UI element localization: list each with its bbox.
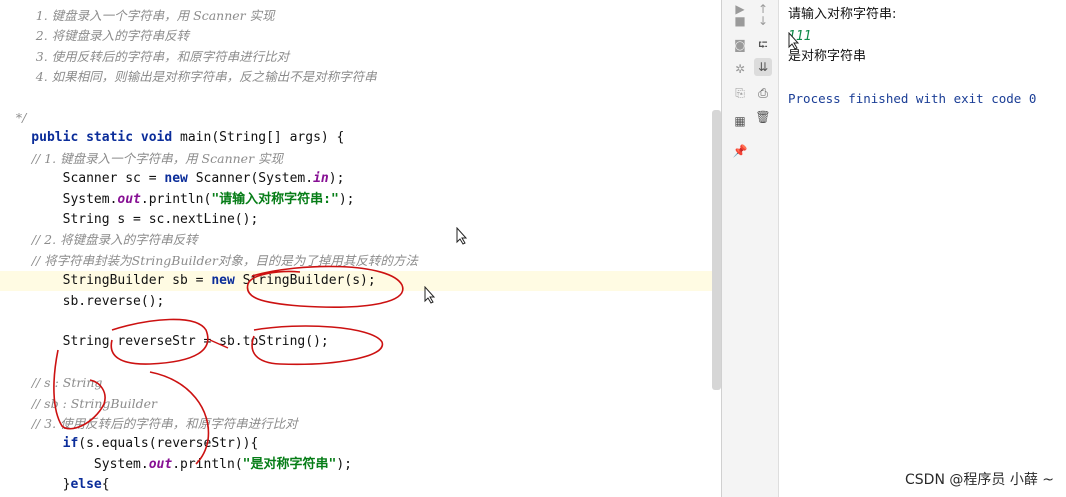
code-token: Scanner sc = bbox=[0, 171, 165, 187]
code-token: Scanner(System. bbox=[195, 171, 314, 187]
scroll-to-end-icon[interactable]: ⇊ bbox=[754, 58, 772, 76]
camera-icon[interactable]: ◙ bbox=[731, 36, 749, 54]
code-token: ); bbox=[328, 171, 345, 187]
layout-icon[interactable]: ▦ bbox=[731, 112, 749, 130]
code-token: new bbox=[211, 273, 243, 289]
mouse-cursor-icon bbox=[456, 227, 468, 245]
code-line[interactable] bbox=[0, 353, 714, 373]
trash-icon[interactable]: 🗑 bbox=[754, 108, 772, 126]
code-token: } bbox=[0, 477, 71, 493]
code-line[interactable]: String reverseStr = sb.toString(); bbox=[0, 332, 714, 352]
code-token: StringBuilder sb = bbox=[0, 273, 212, 289]
code-editor[interactable]: 1. 键盘录入一个字符串，用 Scanner 实现 2. 将键盘录入的字符串反转… bbox=[0, 0, 714, 497]
code-line[interactable]: // s : String bbox=[0, 373, 714, 393]
code-token: 4. 如果相同，则输出是对称字符串，反之输出不是对称字符串 bbox=[0, 69, 377, 85]
code-token: out bbox=[148, 456, 173, 472]
code-line[interactable]: public static void main(String[] args) { bbox=[0, 128, 714, 148]
code-line[interactable]: System.out.println("请输入对称字符串:"); bbox=[0, 190, 714, 210]
pin-icon[interactable]: 📌 bbox=[731, 142, 749, 160]
code-token: else bbox=[70, 477, 102, 493]
code-token: // 2. 将键盘录入的字符串反转 bbox=[0, 232, 198, 248]
mouse-cursor-icon bbox=[788, 32, 800, 50]
console-result: 是对称字符串 bbox=[788, 49, 867, 64]
arrow-down-icon[interactable]: ↓ bbox=[754, 12, 772, 30]
code-line[interactable] bbox=[0, 88, 714, 108]
code-line[interactable]: System.out.println("是对称字符串"); bbox=[0, 455, 714, 475]
code-token: 1. 键盘录入一个字符串，用 Scanner 实现 bbox=[0, 8, 275, 23]
code-token: System. bbox=[0, 456, 149, 472]
code-line[interactable]: 4. 如果相同，则输出是对称字符串，反之输出不是对称字符串 bbox=[0, 67, 714, 87]
code-token: System. bbox=[0, 191, 118, 207]
code-line[interactable]: if(s.equals(reverseStr)){ bbox=[0, 434, 714, 454]
code-token: // 1. 键盘录入一个字符串，用 Scanner 实现 bbox=[0, 150, 284, 166]
stop-icon[interactable]: ■ bbox=[731, 12, 749, 30]
code-token: sb.reverse(); bbox=[0, 293, 165, 309]
code-token: StringBuilder(s); bbox=[242, 273, 376, 289]
watermark: CSDN @程序员 小薛 ~ bbox=[905, 469, 1054, 489]
code-line[interactable] bbox=[0, 312, 714, 332]
print-icon[interactable]: ⎙ bbox=[754, 84, 772, 102]
soft-wrap-icon[interactable]: ⮓ bbox=[754, 36, 772, 54]
code-line[interactable]: 1. 键盘录入一个字符串，用 Scanner 实现 bbox=[0, 6, 714, 26]
run-toolbar: ▶ ↑ ■ ↓ ◙ ⮓ ✲ ⇊ ⎘ ⎙ ▦ 🗑 📌 bbox=[722, 0, 779, 497]
code-token: "请输入对称字符串:" bbox=[211, 191, 339, 207]
code-token: new bbox=[164, 171, 196, 187]
code-token: public static void bbox=[0, 130, 181, 146]
code-line[interactable]: // 将字符串封装为StringBuilder对象，目的是为了掉用其反转的方法 bbox=[0, 251, 714, 271]
code-token: "是对称字符串" bbox=[242, 456, 337, 472]
code-line[interactable]: 2. 将键盘录入的字符串反转 bbox=[0, 26, 714, 46]
code-token: if bbox=[62, 436, 79, 452]
code-line[interactable]: StringBuilder sb = new StringBuilder(s); bbox=[0, 271, 714, 292]
code-token: { bbox=[101, 477, 110, 493]
code-token: out bbox=[117, 191, 141, 207]
code-token: // 3. 使用反转后的字符串，和原字符串进行比对 bbox=[0, 416, 298, 431]
code-line[interactable]: // 1. 键盘录入一个字符串，用 Scanner 实现 bbox=[0, 149, 714, 169]
code-line[interactable]: }else{ bbox=[0, 475, 714, 495]
code-line[interactable]: Scanner sc = new Scanner(System.in); bbox=[0, 169, 714, 189]
debug-icon[interactable]: ✲ bbox=[731, 60, 749, 78]
console-prompt: 请输入对称字符串: bbox=[788, 7, 897, 22]
code-token: */ bbox=[0, 110, 27, 125]
code-line[interactable]: // 2. 将键盘录入的字符串反转 bbox=[0, 230, 714, 250]
restore-icon[interactable]: ⎘ bbox=[731, 84, 749, 102]
code-line[interactable]: */ bbox=[0, 108, 714, 128]
code-token: String reverseStr = sb.toString(); bbox=[0, 334, 329, 350]
code-token: 3. 使用反转后的字符串，和原字符串进行比对 bbox=[0, 48, 290, 64]
code-token: // 将字符串封装为StringBuilder对象，目的是为了掉用其反转的方法 bbox=[0, 252, 418, 268]
code-line[interactable]: // sb : StringBuilder bbox=[0, 394, 714, 414]
code-line[interactable]: // 3. 使用反转后的字符串，和原字符串进行比对 bbox=[0, 414, 714, 434]
code-token: (s.equals(reverseStr)){ bbox=[78, 436, 259, 452]
code-token: 2. 将键盘录入的字符串反转 bbox=[0, 28, 190, 44]
code-token: .println( bbox=[140, 191, 212, 207]
code-token: String s = sc.nextLine(); bbox=[0, 212, 259, 227]
code-line[interactable]: sb.reverse(); bbox=[0, 292, 714, 312]
code-token: // s : String bbox=[0, 375, 103, 391]
mouse-cursor-icon bbox=[424, 286, 436, 304]
code-token: // sb : StringBuilder bbox=[0, 395, 157, 411]
code-line[interactable]: String s = sc.nextLine(); bbox=[0, 210, 714, 230]
code-token: .println( bbox=[172, 456, 243, 472]
code-token: in bbox=[313, 171, 329, 187]
code-token: ); bbox=[338, 191, 355, 207]
editor-scrollbar[interactable] bbox=[712, 110, 721, 390]
process-finished-message: Process finished with exit code 0 bbox=[788, 91, 1037, 106]
code-line[interactable]: 3. 使用反转后的字符串，和原字符串进行比对 bbox=[0, 47, 714, 67]
code-token: ); bbox=[336, 456, 352, 472]
console-output[interactable]: 请输入对称字符串: 111 是对称字符串 Process finished wi… bbox=[779, 0, 1066, 497]
code-token: main(String[] args) { bbox=[180, 130, 345, 146]
